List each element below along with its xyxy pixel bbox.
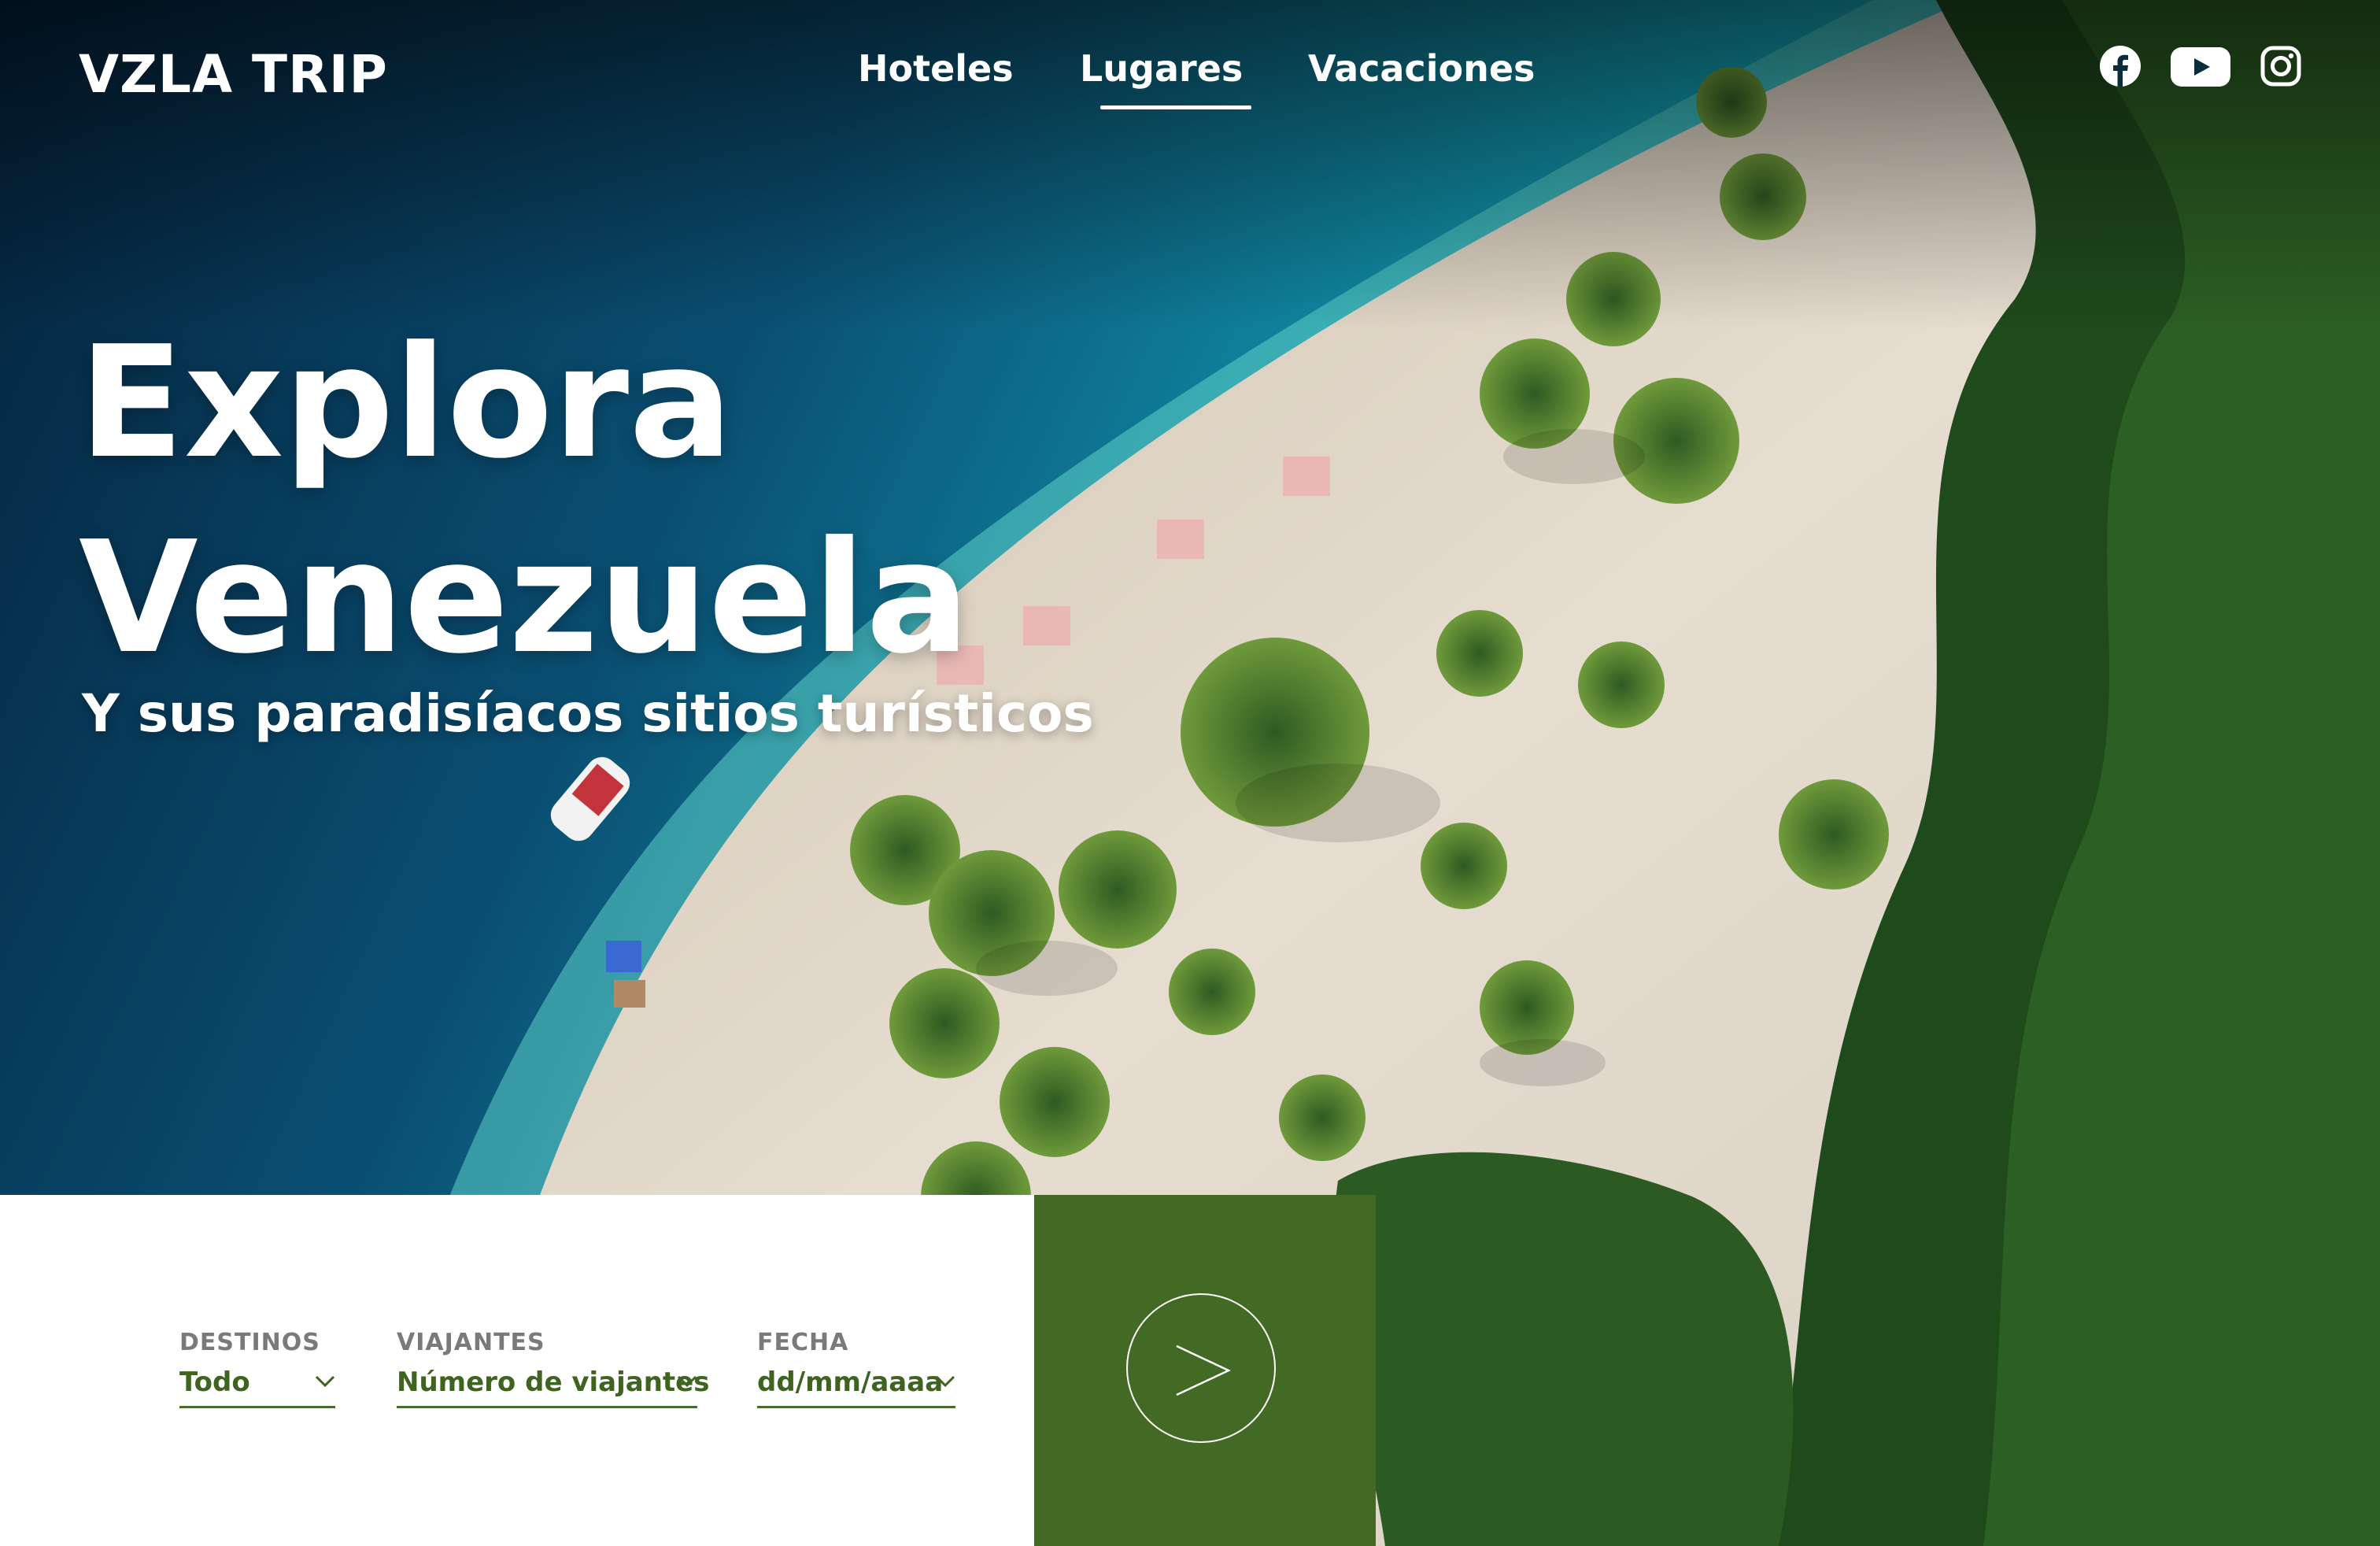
chevron-down-icon	[935, 1374, 955, 1392]
arrow-right-icon	[1176, 1344, 1231, 1396]
facebook-icon[interactable]	[2100, 46, 2141, 90]
active-nav-indicator	[1100, 105, 1251, 109]
youtube-icon[interactable]	[2171, 47, 2230, 90]
search-panel: DESTINOS Todo VIAJANTES Número de viajan…	[0, 1195, 1034, 1546]
hero-headline: Explora Venezuela	[79, 305, 970, 696]
site-logo[interactable]: VZLA TRIP	[79, 44, 388, 105]
instagram-icon[interactable]	[2260, 46, 2301, 90]
headline-line-1: Explora	[79, 313, 734, 493]
destinos-label: DESTINOS	[179, 1329, 320, 1356]
fecha-label: FECHA	[757, 1329, 849, 1356]
destinos-select[interactable]: Todo	[179, 1367, 335, 1408]
search-submit-button[interactable]	[1034, 1195, 1376, 1546]
nav-item-hoteles[interactable]: Hoteles	[858, 47, 1014, 90]
viajantes-select[interactable]: Número de viajantes	[397, 1367, 709, 1408]
viajantes-field: VIAJANTES Número de viajantes	[397, 1329, 709, 1408]
nav-item-vacaciones[interactable]: Vacaciones	[1308, 47, 1535, 90]
viajantes-value: Número de viajantes	[397, 1367, 710, 1398]
headline-line-2: Venezuela	[79, 509, 970, 688]
destinos-value: Todo	[179, 1367, 250, 1398]
hero-subtitle: Y sus paradisíacos sitios turísticos	[82, 683, 1094, 744]
viajantes-label: VIAJANTES	[397, 1329, 545, 1356]
chevron-down-icon	[315, 1374, 335, 1392]
nav-item-lugares[interactable]: Lugares	[1080, 47, 1243, 90]
destinos-field: DESTINOS Todo	[179, 1329, 335, 1408]
chevron-down-icon	[677, 1374, 697, 1392]
fecha-select[interactable]: dd/mm/aaaa	[757, 1367, 955, 1408]
fecha-field: FECHA dd/mm/aaaa	[757, 1329, 955, 1408]
fecha-value: dd/mm/aaaa	[757, 1367, 944, 1398]
